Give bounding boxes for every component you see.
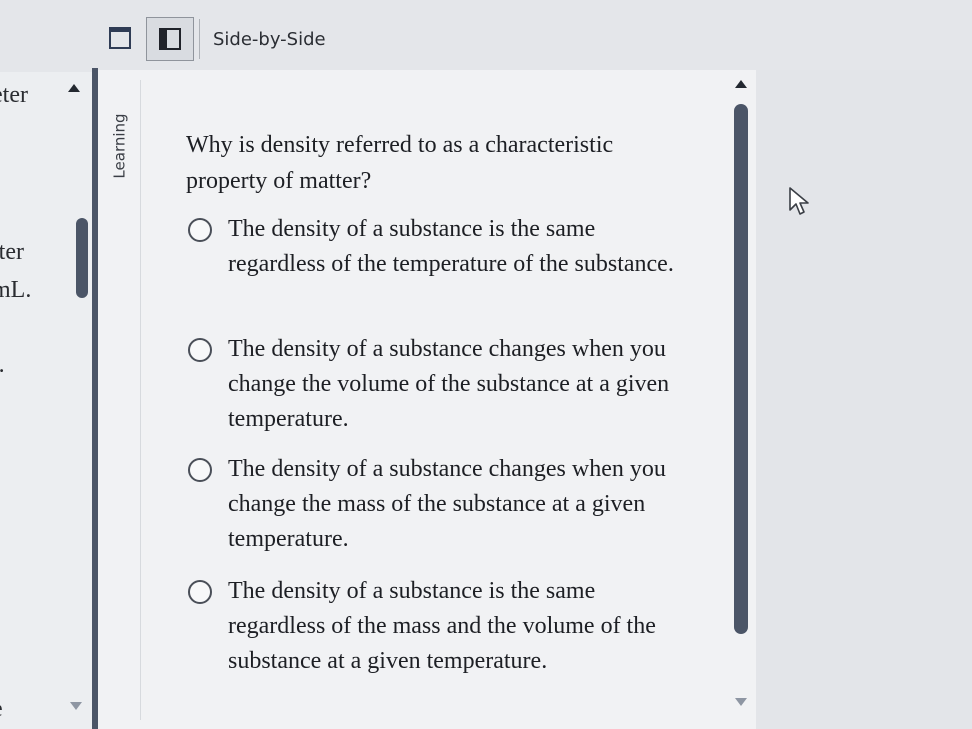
left-text-fragment: tter: [0, 239, 24, 265]
tab-learning[interactable]: Learning: [106, 108, 134, 184]
right-blank-area: [756, 70, 972, 729]
toolbar: Side-by-Side: [0, 0, 972, 72]
split-pane-icon: [159, 28, 181, 50]
answer-option-label: The density of a substance changes when …: [228, 336, 670, 432]
right-scrollbar-thumb[interactable]: [734, 104, 748, 634]
single-pane-icon: [109, 27, 131, 49]
question-text: Why is density referred to as a characte…: [186, 132, 614, 194]
single-view-button[interactable]: [97, 17, 145, 61]
left-text-fragment: e: [0, 696, 3, 723]
radio-unselected-icon[interactable]: [188, 580, 212, 604]
answer-option-label: The density of a substance changes when …: [228, 456, 666, 552]
radio-unselected-icon[interactable]: [188, 218, 212, 242]
scroll-up-arrow-icon[interactable]: [735, 80, 747, 88]
tab-learning-label: Learning: [111, 113, 129, 179]
scroll-up-arrow-icon[interactable]: [68, 84, 80, 92]
toolbar-divider: [199, 19, 200, 59]
answer-option-label: The density of a substance is the same r…: [228, 216, 674, 277]
split-view-button[interactable]: [146, 17, 194, 61]
scroll-down-arrow-icon[interactable]: [70, 702, 82, 710]
left-text-fragment: r.: [0, 352, 5, 379]
answer-option-label: The density of a substance is the same r…: [228, 578, 656, 674]
left-text-fragment: mL.: [0, 277, 32, 303]
left-text-fragment: eter: [0, 82, 28, 108]
cursor-arrow-icon: [789, 187, 809, 215]
scroll-down-arrow-icon[interactable]: [735, 698, 747, 706]
left-scrollbar-thumb[interactable]: [76, 218, 88, 298]
left-content-pane: eter tter mL. r. e: [0, 72, 92, 729]
tab-divider: [140, 80, 141, 720]
radio-unselected-icon[interactable]: [188, 338, 212, 362]
radio-unselected-icon[interactable]: [188, 458, 212, 482]
view-mode-label: Side-by-Side: [213, 29, 326, 50]
